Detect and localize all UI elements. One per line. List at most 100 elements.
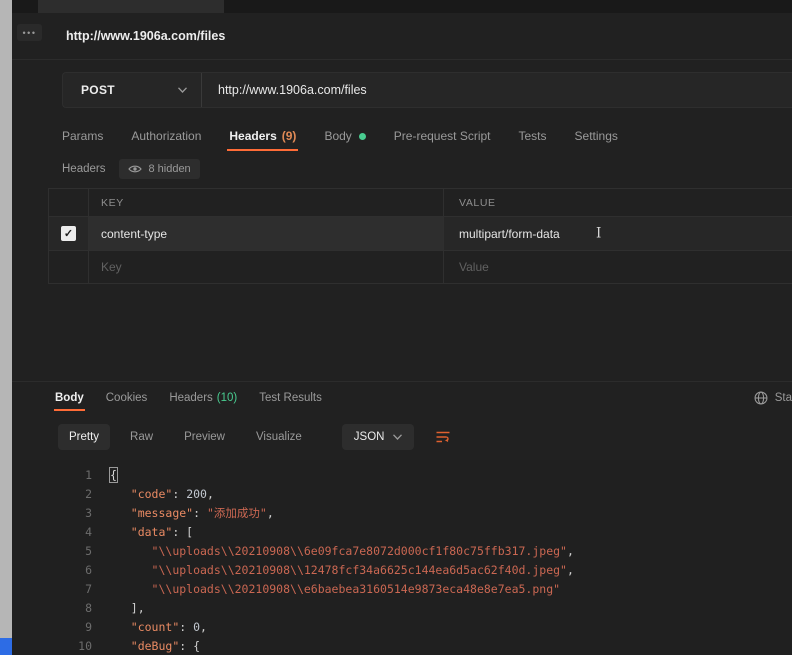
- code-line: 1{: [12, 466, 792, 485]
- format-select[interactable]: JSON: [341, 424, 415, 450]
- line-number: 6: [85, 563, 92, 577]
- request-tab-authorization[interactable]: Authorization: [131, 129, 201, 143]
- tab-label: Cookies: [105, 392, 148, 404]
- view-mode-group: Pretty Raw Preview Visualize: [58, 424, 322, 450]
- code-segment: ,: [266, 506, 274, 520]
- eye-icon: [128, 165, 143, 173]
- more-options-button[interactable]: •••: [17, 24, 42, 41]
- code-segment: 0: [193, 620, 201, 634]
- code-segment: ,: [566, 563, 574, 577]
- wrap-text-button[interactable]: [430, 424, 456, 450]
- request-tab-settings[interactable]: Settings: [575, 129, 618, 143]
- tab-label: Pre-request Script: [393, 129, 491, 143]
- headers-table-header: KEY VALUE: [49, 189, 792, 217]
- url-input[interactable]: http://www.1906a.com/files: [202, 73, 792, 107]
- tab-label: Body: [55, 392, 84, 404]
- row-checkbox-cell: ✓: [49, 217, 89, 250]
- response-tab-body[interactable]: Body: [54, 392, 85, 411]
- headers-section-label: Headers: [62, 163, 106, 175]
- text-cursor: I: [596, 224, 602, 241]
- request-tab-body[interactable]: Body: [324, 129, 366, 143]
- code-segment: ,: [206, 487, 214, 501]
- line-number: 2: [85, 487, 92, 501]
- request-tab-pre-request-script[interactable]: Pre-request Script: [394, 129, 491, 143]
- code-segment: :: [172, 487, 187, 501]
- code-segment: : {: [179, 639, 201, 653]
- request-tab-params[interactable]: Params: [62, 129, 103, 143]
- headers-table: KEY VALUE ✓ content-type multipart/form-…: [48, 188, 792, 284]
- request-tabs: Params Authorization Headers (9) Body Pre-req…: [62, 122, 618, 151]
- response-tab-cookies[interactable]: Cookies: [106, 392, 148, 404]
- request-tab-tests[interactable]: Tests: [519, 129, 547, 143]
- header-checkbox-column: [49, 189, 89, 216]
- tab-count: (10): [216, 392, 238, 404]
- divider: [12, 59, 792, 60]
- code-line: 5 "\\uploads\\20210908\\6e09fca7e8072d00…: [12, 542, 792, 561]
- response-tab-test-results[interactable]: Test Results: [259, 392, 322, 404]
- code-segment: ,: [566, 544, 574, 558]
- line-number: 3: [85, 506, 92, 520]
- new-value-input[interactable]: Value: [444, 251, 792, 283]
- value-column-header: VALUE: [459, 196, 496, 209]
- code-line: 3 "message": "添加成功",: [12, 504, 792, 523]
- request-tab-headers[interactable]: Headers (9): [227, 129, 299, 151]
- line-number: 5: [85, 544, 92, 558]
- header-value-text: multipart/form-data: [459, 226, 560, 241]
- key-column-header: KEY: [89, 189, 444, 216]
- table-row: ✓ content-type multipart/form-data I: [49, 217, 792, 251]
- request-tab-strip-active[interactable]: [38, 0, 224, 13]
- code-line: 6 "\\uploads\\20210908\\12478fcf34a6625c…: [12, 561, 792, 580]
- line-number: 1: [85, 468, 92, 482]
- row-checkbox[interactable]: ✓: [61, 226, 76, 241]
- code-segment: "deBug": [130, 639, 180, 653]
- code-segment: :: [193, 506, 207, 520]
- desktop-left-edge-blue: [0, 638, 12, 655]
- row-checkbox-cell: [49, 251, 89, 283]
- headers-subheader: Headers 8 hidden: [62, 157, 200, 181]
- response-body-code[interactable]: 1{2 "code": 200, 3 "message": "添加成功", 4 "d…: [12, 460, 792, 655]
- code-text: "deBug": {: [98, 637, 200, 655]
- chevron-down-icon: [178, 87, 187, 93]
- code-line: 7 "\\uploads\\20210908\\e6baebea3160514e…: [12, 580, 792, 599]
- code-segment: "\\uploads\\20210908\\e6baebea3160514e98…: [151, 582, 561, 596]
- code-segment: "count": [130, 620, 180, 634]
- code-segment: "添加成功": [206, 506, 267, 520]
- view-mode-pretty[interactable]: Pretty: [58, 424, 111, 450]
- format-label: JSON: [353, 431, 385, 443]
- tab-label: Headers: [229, 129, 277, 143]
- tab-label: Headers: [169, 392, 213, 404]
- url-bar: POST http://www.1906a.com/files: [62, 72, 792, 108]
- code-text: "message": "添加成功",: [98, 504, 274, 523]
- code-segment: {: [109, 467, 118, 483]
- tab-label: Body: [324, 129, 352, 143]
- header-key-cell[interactable]: content-type: [89, 217, 444, 250]
- code-segment: ],: [110, 601, 145, 615]
- tab-label: Settings: [574, 129, 618, 143]
- check-icon: ✓: [63, 228, 74, 240]
- code-line: 10 "deBug": {: [12, 637, 792, 655]
- view-mode-raw[interactable]: Raw: [119, 424, 164, 450]
- chevron-down-icon: [393, 434, 403, 440]
- view-mode-visualize[interactable]: Visualize: [245, 424, 313, 450]
- code-segment: ,: [200, 620, 207, 634]
- table-row-empty: Key Value: [49, 251, 792, 284]
- code-text: {: [98, 466, 118, 485]
- request-title: http://www.1906a.com/files: [66, 29, 226, 43]
- response-meta: Sta: [754, 384, 792, 412]
- method-select[interactable]: POST: [63, 73, 202, 107]
- response-tabs: Body Cookies Headers (10) Test Results: [54, 384, 322, 412]
- new-key-input[interactable]: Key: [89, 251, 444, 283]
- code-segment: "data": [130, 525, 173, 539]
- header-value-cell[interactable]: multipart/form-data I: [444, 217, 792, 250]
- view-mode-preview[interactable]: Preview: [173, 424, 236, 450]
- hidden-headers-toggle[interactable]: 8 hidden: [119, 159, 200, 179]
- method-label: POST: [81, 83, 115, 97]
- status-label-partial: Sta: [774, 392, 792, 404]
- response-tab-headers[interactable]: Headers (10): [169, 392, 237, 404]
